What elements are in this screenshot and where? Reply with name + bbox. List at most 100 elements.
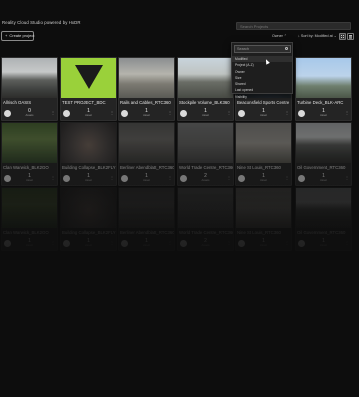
- project-meta: 1 Asset ⋮: [61, 172, 116, 185]
- more-options-icon[interactable]: ⋮: [345, 240, 349, 245]
- chevron-up-icon: ⌃: [283, 34, 287, 38]
- project-meta: 1 Asset ⋮: [119, 237, 174, 250]
- more-options-icon[interactable]: ⋮: [285, 240, 289, 245]
- project-thumbnail: [119, 58, 174, 98]
- project-name: Oil Government_RTC360: [297, 165, 346, 170]
- more-options-icon[interactable]: ⋮: [168, 110, 172, 115]
- project-name: Building Collapse_BLK2FLY: [62, 165, 116, 170]
- more-options-icon[interactable]: ⋮: [227, 110, 231, 115]
- project-card[interactable]: Rails and Cables_RTC360 1 Asset ⋮: [118, 57, 175, 121]
- triangle-logo-icon: [75, 65, 103, 89]
- project-card[interactable]: World Trade Centre_RTC360 2 Assets ⋮: [177, 122, 234, 186]
- project-thumbnail: [119, 188, 174, 228]
- more-options-icon[interactable]: ⋮: [227, 175, 231, 180]
- more-options-icon[interactable]: ⋮: [168, 240, 172, 245]
- project-name: Clan Warwick_BLK2GO: [3, 230, 49, 235]
- project-card[interactable]: Building Collapse_BLK2FLY 1 Asset ⋮: [60, 122, 117, 186]
- project-name: Turbine Deck_BLK-ARC: [297, 100, 344, 105]
- asset-count-label: Assets: [25, 114, 34, 117]
- project-card[interactable]: Turbine Deck_BLK-ARC 1 Asset ⋮: [295, 57, 352, 121]
- asset-count-label: Asset: [320, 114, 327, 117]
- asset-count-label: Asset: [85, 179, 92, 182]
- search-projects-input[interactable]: [236, 22, 351, 30]
- asset-count-label: Assets: [201, 179, 210, 182]
- more-options-icon[interactable]: ⋮: [110, 175, 114, 180]
- plus-icon: +: [5, 33, 8, 38]
- project-thumbnail: [178, 123, 233, 163]
- project-thumbnail: [296, 58, 351, 98]
- more-options-icon[interactable]: ⋮: [168, 175, 172, 180]
- project-card[interactable]: Oil Government_RTC360 1 Asset ⋮: [295, 187, 352, 251]
- project-name: Oil Government_RTC360: [297, 230, 346, 235]
- project-card[interactable]: Building Collapse_BLK2FLY 1 Asset ⋮: [60, 187, 117, 251]
- sort-by-dropdown[interactable]: ↓ Sort by: Modified at ⌄: [298, 34, 337, 38]
- project-meta: 0 Assets ⋮: [2, 107, 57, 120]
- dropdown-search-placeholder: Search: [237, 47, 250, 51]
- project-name: Stockpile Volume_BLK360: [179, 100, 230, 105]
- project-meta: 1 Asset ⋮: [236, 172, 291, 185]
- project-meta: 2 Assets ⋮: [178, 172, 233, 185]
- project-thumbnail: [236, 123, 291, 163]
- dropdown-option[interactable]: Visibility: [232, 94, 292, 100]
- more-options-icon[interactable]: ⋮: [285, 175, 289, 180]
- project-card[interactable]: Oil Government_RTC360 1 Asset ⋮: [295, 122, 352, 186]
- project-thumbnail: [2, 188, 57, 228]
- sort-dropdown-menu: Search Modified Project (A-Z) Owner Size…: [231, 42, 293, 99]
- project-thumbnail: [61, 123, 116, 163]
- asset-count-label: Asset: [85, 114, 92, 117]
- project-thumbnail: [296, 188, 351, 228]
- project-meta: 1 Asset ⋮: [236, 107, 291, 120]
- search-icon: [285, 47, 288, 50]
- more-options-icon[interactable]: ⋮: [227, 240, 231, 245]
- list-icon: [349, 35, 352, 36]
- project-card[interactable]: Berliner Abendblatt_RTC360 1 Asset ⋮: [118, 187, 175, 251]
- project-card[interactable]: Clan Warwick_BLK2GO 1 Asset ⋮: [1, 187, 58, 251]
- dropdown-search-field[interactable]: Search: [234, 45, 291, 53]
- project-thumbnail: [296, 123, 351, 163]
- more-options-icon[interactable]: ⋮: [110, 110, 114, 115]
- asset-count-label: Assets: [201, 244, 210, 247]
- project-name: World Trade Centre_RTC360: [179, 230, 234, 235]
- more-options-icon[interactable]: ⋮: [285, 110, 289, 115]
- dropdown-options: Modified Project (A-Z) Owner Size Shared…: [232, 56, 292, 100]
- project-meta: 1 Asset ⋮: [2, 237, 57, 250]
- create-project-label: Create project: [9, 33, 35, 38]
- chevron-down-icon: ⌄: [333, 34, 337, 38]
- project-meta: 1 Asset ⋮: [296, 172, 351, 185]
- more-options-icon[interactable]: ⋮: [51, 110, 55, 115]
- more-options-icon[interactable]: ⋮: [345, 175, 349, 180]
- project-card[interactable]: Nine St Louis_RTC360 1 Asset ⋮: [235, 187, 292, 251]
- asset-count-label: Asset: [320, 179, 327, 182]
- asset-count-label: Asset: [143, 114, 150, 117]
- project-name: Berliner Abendblatt_RTC360: [120, 165, 175, 170]
- list-view-toggle[interactable]: [347, 33, 354, 40]
- project-card[interactable]: Clan Warwick_BLK2GO 1 Asset ⋮: [1, 122, 58, 186]
- project-thumbnail: [119, 123, 174, 163]
- asset-count-label: Asset: [260, 244, 267, 247]
- project-name: Rails and Cables_RTC360: [120, 100, 171, 105]
- grid-view-toggle[interactable]: [339, 33, 346, 40]
- project-name: TEST PROJECT_BDC: [62, 100, 106, 105]
- project-card[interactable]: Allrisch OASIS 0 Assets ⋮: [1, 57, 58, 121]
- project-card[interactable]: Stockpile Volume_BLK360 1 Asset ⋮: [177, 57, 234, 121]
- more-options-icon[interactable]: ⋮: [51, 175, 55, 180]
- more-options-icon[interactable]: ⋮: [110, 240, 114, 245]
- asset-count-label: Asset: [143, 244, 150, 247]
- project-meta: 2 Assets ⋮: [178, 237, 233, 250]
- project-thumbnail: [178, 58, 233, 98]
- more-options-icon[interactable]: ⋮: [345, 110, 349, 115]
- project-card[interactable]: Berliner Abendblatt_RTC360 1 Asset ⋮: [118, 122, 175, 186]
- more-options-icon[interactable]: ⋮: [51, 240, 55, 245]
- project-name: Nine St Louis_RTC360: [237, 230, 281, 235]
- grid-icon: [341, 35, 344, 39]
- owner-label: Owner: [272, 34, 283, 38]
- project-thumbnail: [61, 188, 116, 228]
- project-thumbnail: [61, 58, 116, 98]
- project-card[interactable]: World Trade Centre_RTC360 2 Assets ⋮: [177, 187, 234, 251]
- owner-filter[interactable]: Owner ⌃: [272, 34, 287, 38]
- project-thumbnail: [2, 123, 57, 163]
- create-project-button[interactable]: + Create project: [1, 31, 34, 41]
- project-meta: 1 Asset ⋮: [296, 107, 351, 120]
- project-card[interactable]: TEST PROJECT_BDC 1 Asset ⋮: [60, 57, 117, 121]
- project-card[interactable]: Nine St Louis_RTC360 1 Asset ⋮: [235, 122, 292, 186]
